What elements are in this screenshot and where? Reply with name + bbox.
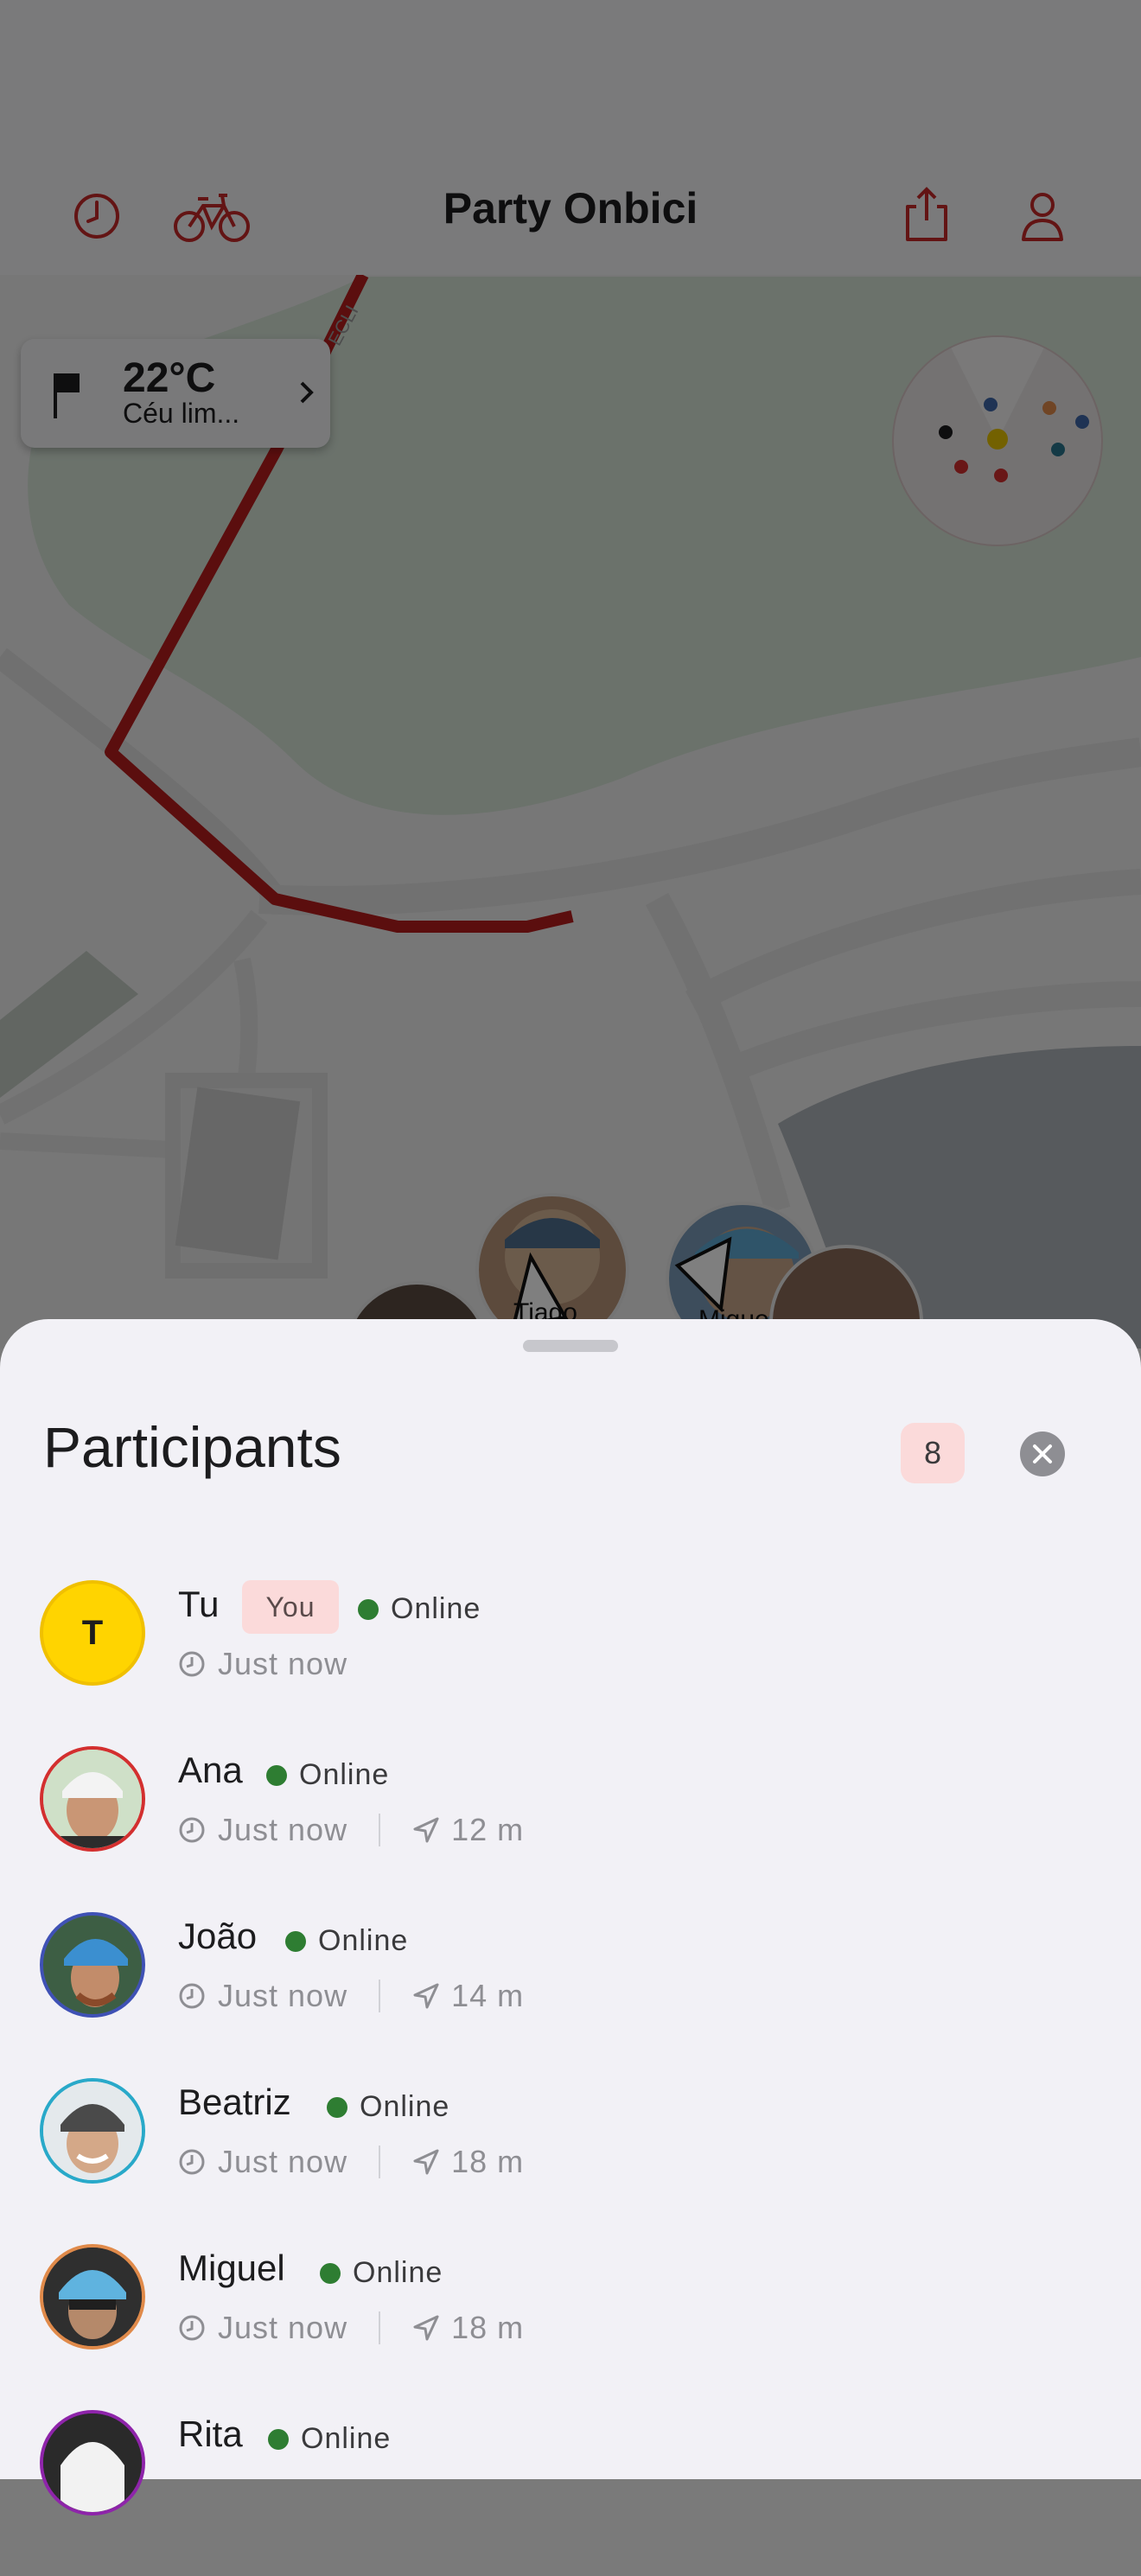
radar-minimap[interactable] [892, 335, 1103, 546]
avatar [40, 2078, 145, 2184]
online-status: Online [358, 1592, 481, 1626]
close-button[interactable] [1020, 1431, 1065, 1476]
clock-icon [179, 2149, 205, 2175]
participant-count-badge: 8 [901, 1423, 965, 1483]
participant-meta: Just now 14 m [178, 1978, 524, 2014]
you-badge: You [242, 1580, 339, 1634]
divider [379, 1814, 381, 1846]
participant-meta: Just now 12 m [178, 1812, 524, 1848]
online-dot [266, 1764, 287, 1786]
participant-name: Beatriz [178, 2082, 291, 2122]
avatar [40, 2410, 145, 2515]
location-arrow-icon [413, 1817, 439, 1843]
participant-name: Tu [178, 1584, 220, 1624]
participant-name: Rita [178, 2413, 243, 2454]
online-dot [358, 1598, 379, 1620]
weather-temperature: 22°C [123, 355, 216, 401]
participant-name: Ana [178, 1750, 243, 1790]
participant-meta: Just now [178, 1646, 347, 1682]
participant-meta: Just now 18 m [178, 2144, 524, 2180]
participant-row[interactable]: Beatriz Online Just now 18 m [0, 2078, 1141, 2244]
online-dot [268, 2428, 289, 2450]
clock-icon [179, 1983, 205, 2009]
clock-icon [179, 2315, 205, 2341]
online-status: Online [327, 2090, 449, 2124]
share-icon[interactable] [899, 183, 954, 245]
online-dot [285, 1930, 306, 1952]
location-arrow-icon [413, 1983, 439, 2009]
avatar: T [40, 1580, 145, 1686]
divider [379, 1980, 381, 2012]
online-status: Online [266, 1758, 389, 1792]
weather-card[interactable]: 22°C Céu lim... [21, 339, 330, 448]
participant-row[interactable]: Ana Online Just now 12 m [0, 1746, 1141, 1912]
location-arrow-icon [413, 2149, 439, 2175]
clock-icon [179, 1651, 205, 1677]
online-status: Online [285, 1924, 408, 1958]
avatar [40, 1746, 145, 1852]
sheet-handle[interactable] [523, 1340, 618, 1352]
participant-row[interactable]: João Online Just now 14 m [0, 1912, 1141, 2078]
avatar [40, 1912, 145, 2018]
sheet-title: Participants [43, 1415, 341, 1479]
participant-name: João [178, 1916, 258, 1956]
location-arrow-icon [413, 2315, 439, 2341]
flag-icon [54, 373, 80, 418]
online-status: Online [268, 2422, 391, 2456]
online-status: Online [320, 2256, 443, 2290]
top-bar: Party Onbici [0, 0, 1141, 275]
clock-icon [179, 1817, 205, 1843]
online-dot [320, 2262, 341, 2284]
divider [379, 2311, 381, 2344]
participant-row[interactable]: T Tu You Online Just now [0, 1580, 1141, 1746]
participant-name: Miguel [178, 2248, 285, 2288]
weather-description: Céu lim... [123, 398, 240, 429]
avatar [40, 2244, 145, 2350]
chevron-right-icon [300, 381, 314, 404]
participant-row[interactable]: Miguel Online Just now 18 m [0, 2244, 1141, 2410]
online-dot [327, 2096, 347, 2118]
person-icon[interactable] [1013, 188, 1072, 245]
participant-meta: Just now 18 m [178, 2310, 524, 2346]
participant-row[interactable]: Rita Online [0, 2410, 1141, 2576]
close-icon [1033, 1444, 1052, 1463]
divider [379, 2146, 381, 2178]
participants-sheet: Participants 8 T Tu You Online Just now … [0, 1319, 1141, 2515]
app-title: Party Onbici [443, 184, 698, 233]
